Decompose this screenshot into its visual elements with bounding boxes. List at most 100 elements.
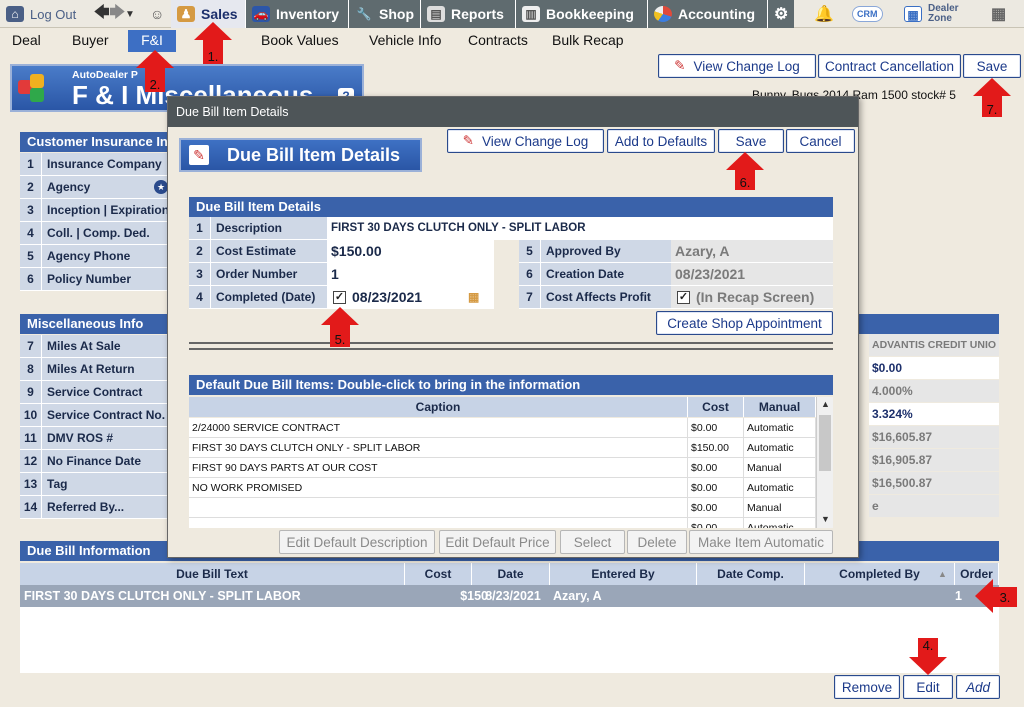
misc-info-row: 12 No Finance Date (20, 450, 170, 473)
due-bill-row[interactable]: FIRST 30 DAYS CLUTCH ONLY - SPLIT LABOR … (20, 585, 999, 607)
nav-reports[interactable]: ▤ Reports (420, 0, 515, 28)
default-item-manual[interactable]: Automatic (744, 418, 816, 438)
default-item-cost[interactable]: $0.00 (688, 478, 744, 498)
remove-button[interactable]: Remove (834, 675, 900, 699)
insurance-row: 1 Insurance Company (20, 153, 170, 176)
agency-lookup-icon[interactable]: ★ (154, 180, 168, 194)
forward-arrow-icon[interactable]: 🡆 (110, 2, 126, 27)
nav-reports-label: Reports (451, 6, 504, 22)
settings-gear-icon[interactable]: ⚙ (767, 0, 794, 28)
misc-info-row-label: Miles At Return (42, 358, 170, 380)
default-item-cost[interactable]: $0.00 (688, 498, 744, 518)
misc-info-row-label: No Finance Date (42, 450, 170, 472)
history-nav[interactable]: 🡄 🡆 ▼ (88, 0, 138, 28)
default-item-caption[interactable] (189, 518, 688, 528)
default-item-manual[interactable]: Manual (744, 458, 816, 478)
nav-sales-label: Sales (201, 6, 238, 22)
make-item-automatic-button[interactable]: Make Item Automatic (689, 530, 833, 554)
wrench-icon: 🔧 (356, 7, 372, 21)
due-bill-row-date: 8/23/2021 (485, 589, 541, 603)
row-number: 11 (20, 427, 42, 449)
back-arrow-icon[interactable]: 🡄 (94, 2, 110, 27)
nav-shop[interactable]: 🔧 Shop (348, 0, 420, 28)
tab-contracts[interactable]: Contracts (468, 30, 538, 52)
default-item-caption[interactable] (189, 498, 688, 518)
misc-right-value: e (869, 495, 999, 517)
row-number: 7 (20, 335, 42, 357)
chevron-down-icon[interactable]: ▼ (125, 9, 135, 20)
user-avatar-icon[interactable]: ☺ (144, 0, 168, 28)
misc-right-value: $0.00 (869, 357, 999, 379)
edit-default-price-button[interactable]: Edit Default Price (439, 530, 556, 554)
row-number: 4 (20, 222, 42, 244)
row-number: 1 (20, 153, 42, 175)
tab-book-values[interactable]: Book Values (261, 30, 351, 52)
misc-right-value: 3.324% (869, 403, 999, 425)
default-item-caption[interactable]: NO WORK PROMISED (189, 478, 688, 498)
contract-cancellation-button[interactable]: Contract Cancellation (818, 54, 961, 78)
default-item-cost[interactable]: $150.00 (688, 438, 744, 458)
view-change-log-label: View Change Log (693, 58, 800, 74)
misc-info-row-label: Referred By... (42, 496, 170, 518)
tab-deal[interactable]: Deal (12, 30, 52, 52)
row-number: 5 (20, 245, 42, 267)
due-bill-row-text: FIRST 30 DAYS CLUTCH ONLY - SPLIT LABOR (24, 589, 301, 603)
misc-info-row-label: Tag (42, 473, 170, 495)
misc-info-row: 10 Service Contract No. (20, 404, 170, 427)
row-number: 8 (20, 358, 42, 380)
row-number: 2 (20, 176, 42, 198)
misc-info-row: 13 Tag (20, 473, 170, 496)
due-bill-row-order: 1 (955, 589, 962, 603)
edit-default-description-button[interactable]: Edit Default Description (279, 530, 435, 554)
tab-bulk-recap[interactable]: Bulk Recap (552, 30, 632, 52)
add-button[interactable]: Add (956, 675, 1000, 699)
logout-label: Log Out (30, 6, 77, 22)
default-item-caption[interactable]: FIRST 90 DAYS PARTS AT OUR COST (189, 458, 688, 478)
tab-vehicle-info[interactable]: Vehicle Info (369, 30, 459, 52)
default-item-manual[interactable]: Automatic (744, 438, 816, 458)
insurance-row-label: Agency Phone (42, 245, 170, 267)
default-item-cost[interactable]: $0.00 (688, 418, 744, 438)
autodealer-logo (18, 72, 52, 106)
misc-info-row-label: DMV ROS # (42, 427, 170, 449)
due-bill-column-header[interactable]: Date (472, 563, 550, 585)
book-icon: ▥ (522, 6, 540, 22)
logout-link[interactable]: ⌂ Log Out (0, 0, 88, 28)
nav-bookkeeping[interactable]: ▥ Bookkeeping (515, 0, 647, 28)
default-item-manual[interactable]: Manual (744, 498, 816, 518)
misc-right-value: $16,905.87 (869, 449, 999, 471)
save-button[interactable]: Save (963, 54, 1021, 78)
tab-buyer[interactable]: Buyer (72, 30, 122, 52)
default-item-manual[interactable]: Automatic (744, 518, 816, 528)
default-item-manual[interactable]: Automatic (744, 478, 816, 498)
select-button[interactable]: Select (560, 530, 625, 554)
crm-label: CRM (852, 6, 883, 22)
misc-info-row-label: Service Contract (42, 381, 170, 403)
insurance-row: 6 Policy Number (20, 268, 170, 291)
due-bill-column-header[interactable]: Due Bill Text (20, 563, 405, 585)
due-bill-column-header[interactable]: Completed By (805, 563, 955, 585)
due-bill-column-header[interactable]: Entered By (550, 563, 697, 585)
insurance-row-label: Coll. | Comp. Ded. (42, 222, 170, 244)
nav-inventory[interactable]: 🚗 Inventory (245, 0, 348, 28)
dealer-zone-link[interactable]: ▦ Dealer Zone (898, 0, 968, 28)
bell-icon[interactable]: 🔔 (808, 0, 834, 28)
tab-fi[interactable]: F&I (128, 30, 176, 52)
view-change-log-button[interactable]: ✎ View Change Log (658, 54, 816, 78)
sort-ascending-icon[interactable]: ▲ (938, 569, 947, 579)
nav-accounting[interactable]: Accounting (647, 0, 767, 28)
misc-info-row: 7 Miles At Sale (20, 335, 170, 358)
row-number: 6 (20, 268, 42, 290)
edit-button[interactable]: Edit (903, 675, 953, 699)
calculator-icon[interactable]: ▦ (985, 0, 1007, 28)
default-item-caption[interactable]: 2/24000 SERVICE CONTRACT (189, 418, 688, 438)
due-bill-column-header[interactable]: Cost (405, 563, 472, 585)
insurance-row-label: Insurance Company (42, 153, 170, 175)
due-bill-column-header[interactable]: Date Comp. (697, 563, 805, 585)
default-item-cost[interactable]: $0.00 (688, 518, 744, 528)
due-bill-row-entered: Azary, A (553, 589, 602, 603)
crm-link[interactable]: CRM (846, 0, 886, 28)
default-item-caption[interactable]: FIRST 30 DAYS CLUTCH ONLY - SPLIT LABOR (189, 438, 688, 458)
default-item-cost[interactable]: $0.00 (688, 458, 744, 478)
delete-button[interactable]: Delete (627, 530, 687, 554)
